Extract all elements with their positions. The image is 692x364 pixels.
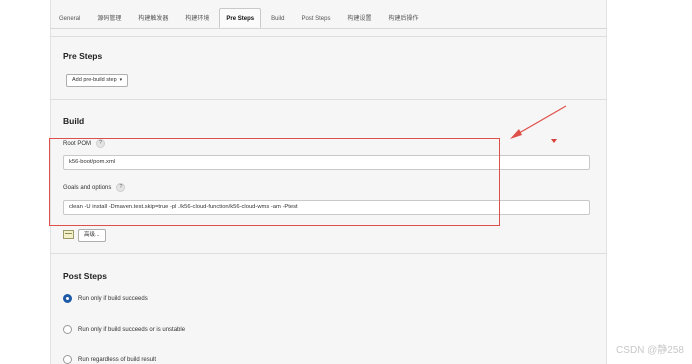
annotation-highlight-box [49,138,500,226]
radio-label: Run only if build succeeds [78,295,148,302]
radio-label: Run only if build succeeds or is unstabl… [78,326,186,333]
tab-general[interactable]: General [52,8,87,28]
tab-post-steps[interactable]: Post Steps [294,8,337,28]
radio-run-regardless[interactable]: Run regardless of build result [63,355,156,364]
build-title: Build [63,116,85,126]
tab-build[interactable]: Build [264,8,291,28]
radio-label: Run regardless of build result [78,356,157,363]
radio-run-if-succeeds[interactable]: Run only if build succeeds [63,294,148,303]
tab-build-environment[interactable]: 构建环境 [178,8,216,28]
section-divider [50,36,607,37]
tab-build-settings[interactable]: 构建设置 [340,8,378,28]
tab-pre-steps[interactable]: Pre Steps [219,8,262,28]
tab-scm[interactable]: 源码管理 [90,8,128,28]
config-tabs: General 源码管理 构建触发器 构建环境 Pre Steps Build … [52,8,425,28]
chevron-down-icon: ▾ [119,77,123,83]
post-steps-title: Post Steps [63,271,107,281]
radio-button[interactable] [63,294,72,303]
notepad-icon [63,230,74,239]
tab-build-triggers[interactable]: 构建触发器 [131,8,175,28]
dropdown-marker-icon [551,139,557,143]
section-divider [50,253,607,254]
radio-run-if-succeeds-or-unstable[interactable]: Run only if build succeeds or is unstabl… [63,325,185,334]
advanced-button[interactable]: 高级... [78,229,106,242]
tab-underline [50,28,607,29]
watermark: CSDN @静258 [616,345,684,356]
add-pre-build-step-label: Add pre-build step [72,77,117,83]
add-pre-build-step-button[interactable]: Add pre-build step ▾ [66,74,129,87]
pre-steps-title: Pre Steps [63,51,103,61]
radio-button[interactable] [63,325,72,334]
annotation-arrow [510,105,567,139]
radio-button[interactable] [63,355,72,364]
tab-post-build-actions[interactable]: 构建后操作 [381,8,425,28]
